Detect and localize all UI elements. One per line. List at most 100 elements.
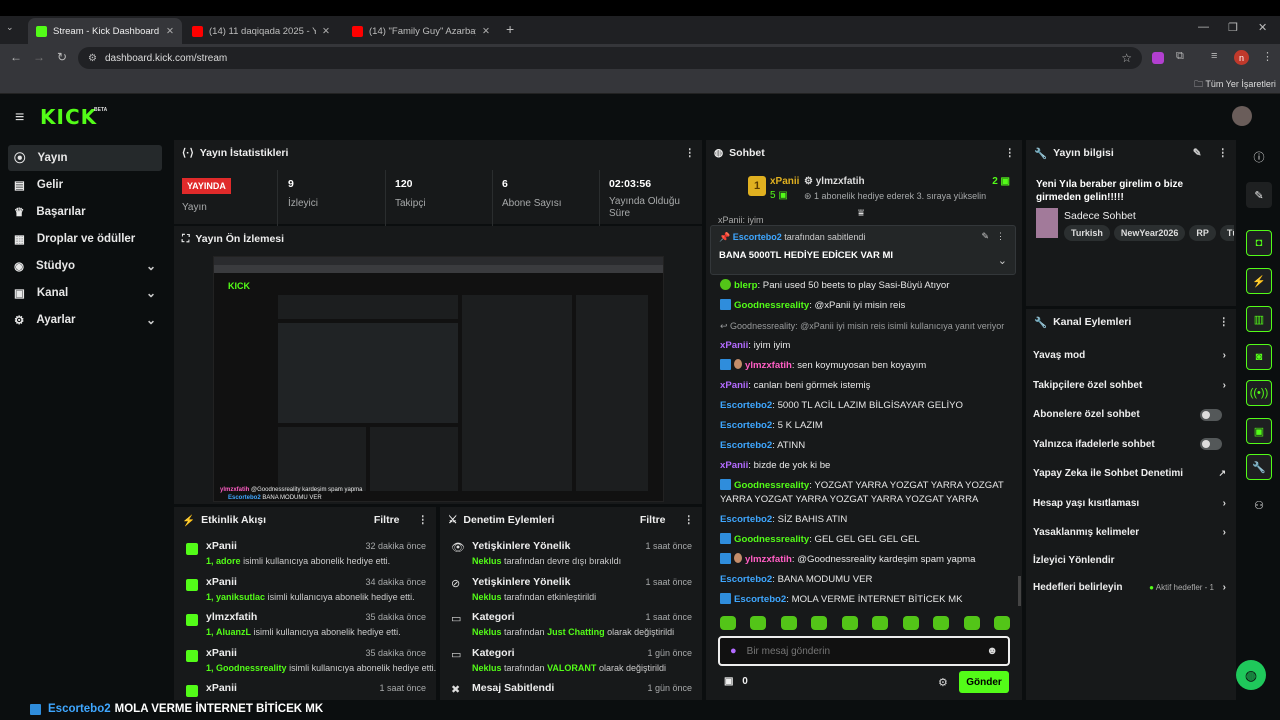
chat-message[interactable]: blerp: Pani used 50 beets to play Sasi-B…	[706, 276, 1006, 296]
channel-action-item[interactable]: İzleyici Yönlendir	[1026, 548, 1236, 573]
top-gifter[interactable]: xPanii 5 ▣	[770, 176, 799, 201]
close-icon[interactable]: ✕	[166, 26, 174, 37]
back-icon[interactable]: ←	[10, 50, 22, 64]
chat-username[interactable]: Escortebo2	[720, 514, 772, 525]
sidebar-item-yayin[interactable]: ⦿ Yayın	[8, 145, 162, 171]
channel-action-item[interactable]: Hedefleri belirleyin ● Aktif hedefler - 1…	[1026, 573, 1236, 603]
emote-icon[interactable]	[933, 616, 950, 630]
chat-message[interactable]: Goodnessreality: @xPanii iyi misin reis	[706, 296, 1006, 316]
chat-message[interactable]: Goodnessreality: GEL GEL GEL GEL GEL	[706, 530, 1006, 550]
tag-chip[interactable]: Turkish	[1064, 225, 1110, 241]
chat-username[interactable]: xPanii	[720, 340, 748, 351]
chat-message[interactable]: Escortebo2: 5 K LAZIM	[706, 416, 1006, 436]
activity-item[interactable]: xPanii 1 saat önce	[174, 679, 436, 700]
support-chat-icon[interactable]: ◍	[1236, 660, 1266, 690]
sidebar-item-kanal[interactable]: ▣ Kanal ⌄	[8, 280, 162, 306]
user-avatar[interactable]	[1232, 106, 1252, 126]
profile-avatar[interactable]: n	[1234, 50, 1249, 65]
tab-search-icon[interactable]: ⌄	[6, 22, 14, 33]
gift-target[interactable]: Goodnessreality	[216, 663, 287, 673]
extension-icon[interactable]	[1152, 52, 1164, 64]
save-icon[interactable]: ▣	[1246, 418, 1272, 444]
filter-button[interactable]: Filtre	[374, 514, 400, 526]
site-info-icon[interactable]: ⚙	[88, 53, 97, 64]
hamburger-menu-icon[interactable]: ≡	[15, 109, 24, 127]
chat-username[interactable]: Escortebo2	[734, 594, 786, 605]
pinned-message[interactable]: 📌 Escortebo2 tarafından sabitlendi ✎ ⋮ B…	[710, 225, 1016, 275]
second-gifter[interactable]: ⚙ ylmzxfatih 2 ▣ ⊛ 1 abonelik hediye eder…	[804, 176, 1010, 202]
chat-username[interactable]: Escortebo2	[720, 420, 772, 431]
emote-icon[interactable]	[720, 616, 736, 630]
forward-icon[interactable]: →	[33, 50, 45, 64]
emote-icon[interactable]	[963, 616, 980, 630]
chat-input-box[interactable]: ● ☻	[718, 636, 1010, 666]
channel-action-item[interactable]: Yasaklanmış kelimeler ›	[1026, 518, 1236, 548]
new-tab-icon[interactable]: +	[506, 21, 514, 37]
more-icon[interactable]: ⋮	[1005, 147, 1015, 159]
chat-username[interactable]: ylmzxfatih	[745, 360, 792, 371]
tab-kick-dashboard[interactable]: Stream - Kick Dashboard ✕	[28, 18, 182, 44]
more-icon[interactable]: ⋮	[1219, 316, 1229, 328]
edit-icon[interactable]: ✎	[1246, 182, 1272, 208]
tab-youtube-2[interactable]: (14) "Family Guy" Azarbaycanda ✕	[344, 18, 498, 44]
activity-item[interactable]: xPanii 34 dakika önce 1, yaniksutlac isiml…	[174, 573, 436, 609]
channel-action-item[interactable]: Yapay Zeka ile Sohbet Denetimi ↗	[1026, 459, 1236, 489]
chat-message[interactable]: Escortebo2: BANA MODUMU VER	[706, 570, 1006, 590]
channel-action-item[interactable]: Takipçilere özel sohbet ›	[1026, 371, 1236, 401]
broadcast-icon[interactable]: ((•))	[1246, 380, 1272, 406]
moderation-item[interactable]: ⊘ Yetişkinlere Yönelik 1 saat önce Neklus t…	[440, 573, 702, 609]
emote-icon[interactable]	[993, 616, 1010, 630]
chat-message[interactable]: ylmzxfatih: sen koymuyosan ben koyayım	[706, 356, 1006, 376]
moderation-item[interactable]: ▭ Kategori 1 gün önce Neklus tarafından VAL…	[440, 644, 702, 680]
moderation-item[interactable]: ▭ Kategori 1 saat önce Neklus tarafından Ju…	[440, 608, 702, 644]
chat-input[interactable]	[746, 645, 977, 657]
more-icon[interactable]: ⋮	[684, 514, 695, 526]
gift-target[interactable]: adore	[216, 556, 241, 566]
emote-icon[interactable]	[902, 616, 919, 630]
chevron-down-icon[interactable]: ⌄	[998, 254, 1007, 267]
chat-message[interactable]: xPanii: iyim iyim	[706, 336, 1006, 356]
more-icon[interactable]: ⋮	[1218, 147, 1229, 159]
more-icon[interactable]: ⋮	[685, 147, 695, 159]
sidebar-item-ayarlar[interactable]: ⚙ Ayarlar ⌄	[8, 307, 162, 333]
unpin-icon[interactable]: ✎	[981, 231, 989, 242]
tag-chip[interactable]: NewYear2026	[1113, 225, 1186, 241]
toggle-switch[interactable]	[1200, 408, 1222, 421]
chat-username[interactable]: Escortebo2	[720, 400, 772, 411]
category-name[interactable]: Sadece Sohbet	[1064, 210, 1136, 222]
send-button[interactable]: Gönder	[959, 671, 1009, 693]
tag-chip[interactable]: RP	[1189, 225, 1216, 241]
channel-points[interactable]: ▣ 0	[724, 676, 748, 687]
sidebar-item-basarilar[interactable]: ♛ Başarılar	[8, 199, 162, 225]
url-field[interactable]: ⚙ dashboard.kick.com/stream ☆	[78, 47, 1142, 69]
info-icon[interactable]: ⓘ	[1246, 144, 1272, 170]
channel-action-item[interactable]: Abonelere özel sohbet	[1026, 400, 1236, 430]
tab-youtube-1[interactable]: (14) 11 daqiqada 2025 - YouTube ✕	[184, 18, 338, 44]
activity-item[interactable]: ylmzxfatih 35 dakika önce 1, AluanzL isiml…	[174, 608, 436, 644]
chat-message[interactable]: ↩ Goodnessreality: @xPanii iyi misin rei…	[706, 316, 1006, 336]
chat-username[interactable]: Escortebo2	[720, 574, 772, 585]
clipboard-icon[interactable]: ▥	[1246, 306, 1272, 332]
chat-username[interactable]: xPanii	[720, 380, 748, 391]
emote-icon[interactable]	[872, 616, 889, 630]
gift-target[interactable]: AluanzL	[216, 627, 251, 637]
chat-message[interactable]: xPanii: canları beni görmek istemiş	[706, 376, 1006, 396]
close-icon[interactable]: ✕	[482, 26, 490, 37]
emote-icon[interactable]	[811, 616, 828, 630]
chat-username[interactable]: Goodnessreality	[734, 480, 809, 491]
emote-icon[interactable]	[841, 616, 858, 630]
chat-bubble-icon[interactable]: ◙	[1246, 344, 1272, 370]
minimize-icon[interactable]: —	[1198, 21, 1209, 33]
sidebar-item-studyo[interactable]: ◉ Stüdyo ⌄	[8, 253, 162, 279]
chat-username[interactable]: Goodnessreality	[734, 534, 809, 545]
more-icon[interactable]: ⋮	[996, 231, 1005, 242]
wrench-icon[interactable]: 🔧	[1246, 454, 1272, 480]
chat-username[interactable]: ylmzxfatih	[745, 554, 792, 565]
chat-message[interactable]: Escortebo2: MOLA VERME İNTERNET BİTİCEK …	[706, 590, 1006, 608]
chat-message[interactable]: xPanii: bizde de yok ki be	[706, 456, 1006, 476]
puzzle-icon[interactable]: ⧉	[1176, 50, 1184, 63]
sidebar-item-gelir[interactable]: ▤ Gelir	[8, 172, 162, 198]
mic-icon[interactable]: ●	[730, 645, 737, 657]
moderator-name[interactable]: Neklus	[472, 663, 502, 673]
more-icon[interactable]: ⋮	[418, 514, 429, 526]
